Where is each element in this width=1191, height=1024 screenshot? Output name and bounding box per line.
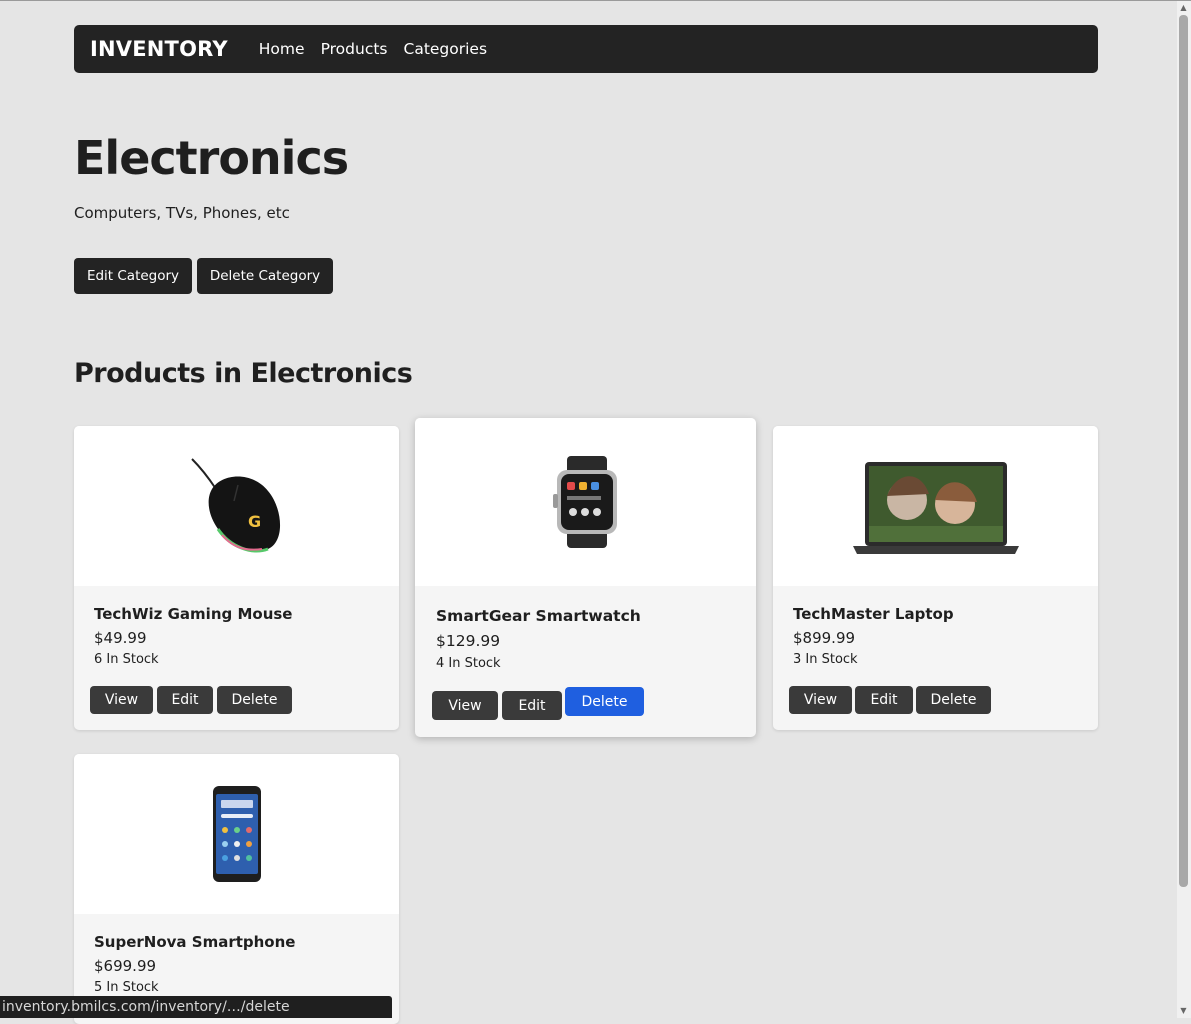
view-button[interactable]: View bbox=[789, 686, 852, 714]
product-stock: 6 In Stock bbox=[94, 652, 159, 667]
product-price: $699.99 bbox=[94, 957, 157, 975]
view-button[interactable]: View bbox=[90, 686, 153, 714]
smartphone-image bbox=[212, 786, 261, 882]
product-card: SmartGear Smartwatch $129.99 4 In Stock … bbox=[415, 418, 756, 737]
svg-text:G: G bbox=[248, 512, 261, 531]
product-price: $899.99 bbox=[793, 629, 856, 647]
section-title: Products in Electronics bbox=[74, 358, 413, 389]
page-scrollbar[interactable]: ▲ ▼ bbox=[1177, 1, 1191, 1018]
product-name[interactable]: SmartGear Smartwatch bbox=[436, 607, 641, 625]
product-image-frame bbox=[773, 426, 1098, 586]
product-image-frame: G bbox=[74, 426, 399, 586]
laptop-image bbox=[852, 462, 1019, 554]
delete-button[interactable]: Delete bbox=[217, 686, 292, 714]
product-image-frame bbox=[74, 754, 399, 914]
edit-button[interactable]: Edit bbox=[157, 686, 213, 714]
scroll-up-arrow-icon[interactable]: ▲ bbox=[1179, 3, 1188, 13]
product-name[interactable]: TechMaster Laptop bbox=[793, 605, 954, 623]
nav-link-categories[interactable]: Categories bbox=[404, 40, 488, 58]
edit-button[interactable]: Edit bbox=[502, 691, 562, 720]
product-stock: 4 In Stock bbox=[436, 656, 501, 671]
delete-button[interactable]: Delete bbox=[916, 686, 991, 714]
edit-category-button[interactable]: Edit Category bbox=[74, 258, 192, 294]
product-image-frame bbox=[415, 418, 756, 586]
product-card: SuperNova Smartphone $699.99 5 In Stock bbox=[74, 754, 399, 1024]
page-title: Electronics bbox=[74, 131, 349, 185]
scroll-down-arrow-icon[interactable]: ▼ bbox=[1179, 1006, 1188, 1016]
product-price: $49.99 bbox=[94, 629, 147, 647]
scrollbar-thumb[interactable] bbox=[1179, 15, 1188, 887]
edit-button[interactable]: Edit bbox=[855, 686, 913, 714]
delete-button[interactable]: Delete bbox=[565, 687, 644, 716]
product-card: TechMaster Laptop $899.99 3 In Stock Vie… bbox=[773, 426, 1098, 730]
product-price: $129.99 bbox=[436, 632, 501, 650]
product-name[interactable]: SuperNova Smartphone bbox=[94, 933, 295, 951]
gaming-mouse-image: G bbox=[190, 458, 280, 553]
smartwatch-image bbox=[552, 456, 617, 548]
status-bar-url: inventory.bmilcs.com/inventory/…/delete bbox=[0, 996, 392, 1018]
view-button[interactable]: View bbox=[432, 691, 498, 720]
nav-link-products[interactable]: Products bbox=[321, 40, 388, 58]
product-name[interactable]: TechWiz Gaming Mouse bbox=[94, 605, 292, 623]
product-card: G TechWiz Gaming Mouse $49.99 6 In Stock… bbox=[74, 426, 399, 730]
brand-logo[interactable]: INVENTORY bbox=[90, 37, 228, 61]
nav-link-home[interactable]: Home bbox=[259, 40, 305, 58]
product-stock: 5 In Stock bbox=[94, 980, 159, 995]
delete-category-button[interactable]: Delete Category bbox=[197, 258, 333, 294]
product-stock: 3 In Stock bbox=[793, 652, 858, 667]
category-description: Computers, TVs, Phones, etc bbox=[74, 204, 290, 222]
navbar: INVENTORY Home Products Categories bbox=[74, 25, 1098, 73]
